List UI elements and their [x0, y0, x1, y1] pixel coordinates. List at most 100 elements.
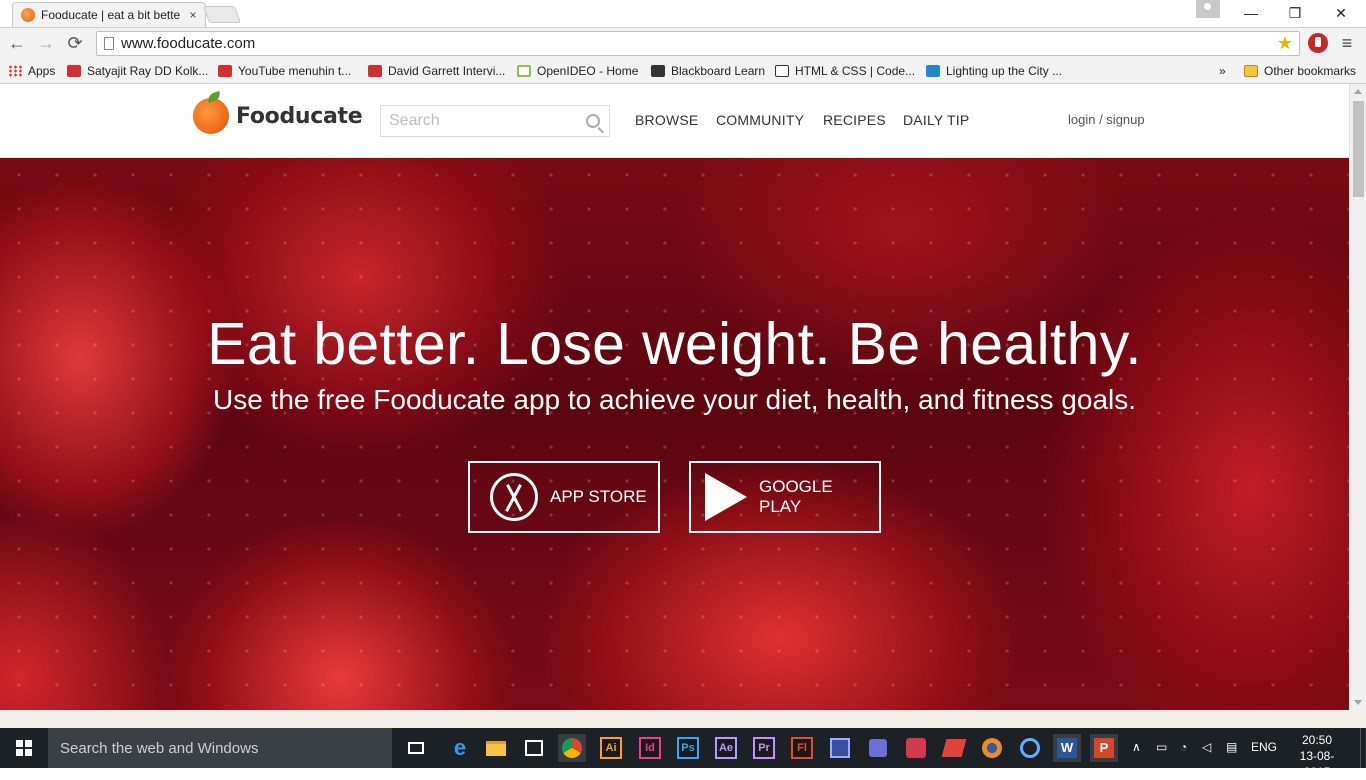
nav-recipes[interactable]: RECIPES [823, 112, 886, 128]
edge-icon[interactable]: e [446, 734, 474, 762]
tray-chevron-icon[interactable]: ∧ [1132, 740, 1141, 754]
bookmark-label: Satyajit Ray DD Kolk... [87, 64, 209, 78]
reload-icon[interactable]: ⟳ [64, 32, 86, 54]
search-input[interactable] [381, 106, 571, 136]
nav-community[interactable]: COMMUNITY [716, 112, 804, 128]
store-icon[interactable] [520, 734, 548, 762]
file-explorer-icon[interactable] [482, 734, 510, 762]
battery-icon[interactable]: ▭ [1156, 740, 1167, 754]
bookmark-label: YouTube menuhin t... [238, 64, 352, 78]
bookmark-star-icon[interactable]: ★ [1277, 33, 1293, 54]
nav-daily-tip[interactable]: DAILY TIP [903, 112, 969, 128]
tab-close-icon[interactable]: × [187, 8, 199, 22]
tab-title: Fooducate | eat a bit bette [41, 8, 181, 22]
volume-icon[interactable]: ◁ [1202, 740, 1211, 754]
scroll-up-icon[interactable] [1354, 89, 1362, 94]
openideo-icon [517, 65, 531, 77]
bookmark-youtube-menuhin[interactable]: YouTube menuhin t... [218, 63, 351, 79]
app-store-button[interactable]: APP STORE [468, 461, 660, 533]
other-bookmarks-label: Other bookmarks [1264, 64, 1357, 78]
google-play-button[interactable]: GOOGLE PLAY [689, 461, 881, 533]
minimize-button[interactable]: — [1228, 0, 1274, 26]
hero-subtitle: Use the free Fooducate app to achieve yo… [212, 384, 1137, 415]
bookmark-label: Apps [28, 64, 56, 78]
bookmark-label: David Garrett Intervi... [388, 64, 506, 78]
restore-button[interactable]: ❐ [1272, 0, 1318, 26]
apps-grid-icon [8, 65, 22, 77]
other-bookmarks[interactable]: Other bookmarks [1244, 63, 1356, 79]
photoshop-icon[interactable]: Ps [674, 734, 702, 762]
blackboard-icon [651, 65, 665, 77]
bookmark-label: Blackboard Learn [671, 64, 766, 78]
clock-time: 20:50 [1301, 733, 1333, 747]
youtube-icon [218, 65, 232, 77]
start-button[interactable] [0, 728, 48, 768]
scroll-down-icon[interactable] [1354, 700, 1362, 705]
show-desktop-button[interactable] [1360, 728, 1366, 768]
bookmark-apps[interactable]: Apps [8, 63, 55, 79]
hero-title: Eat better. Lose weight. Be healthy. [207, 311, 1142, 377]
trophy-icon[interactable] [864, 734, 892, 762]
chrome-menu-icon[interactable]: ≡ [1338, 33, 1356, 53]
indesign-icon[interactable]: Id [636, 734, 664, 762]
powerpoint-icon[interactable]: P [1090, 734, 1118, 762]
codecademy-icon [775, 65, 789, 77]
site-search [380, 105, 610, 137]
bookmark-david-garrett[interactable]: David Garrett Intervi... [368, 63, 505, 79]
bookmark-blackboard[interactable]: Blackboard Learn [651, 63, 765, 79]
after-effects-icon[interactable]: Ae [712, 734, 740, 762]
nav-browse[interactable]: BROWSE [635, 112, 698, 128]
google-play-label: GOOGLE PLAY [759, 477, 833, 516]
wifi-icon[interactable]: ◔ [1180, 740, 1187, 754]
bookmarks-overflow-icon[interactable]: » [1219, 63, 1226, 79]
fooducate-logo[interactable]: Fooducate [193, 98, 363, 134]
notifications-icon[interactable]: ▤ [1226, 740, 1237, 754]
site-header: Fooducate BROWSE COMMUNITY RECIPES DAILY… [0, 84, 1349, 158]
browser-tab[interactable]: Fooducate | eat a bit bette × [12, 2, 206, 27]
back-arrow-icon[interactable]: ← [6, 32, 28, 54]
chrome-taskbar-icon[interactable] [558, 734, 586, 762]
cortana-search-box[interactable]: Search the web and Windows [48, 728, 392, 768]
folder-icon [1244, 65, 1258, 77]
bookmark-satyajit-ray[interactable]: Satyajit Ray DD Kolk... [67, 63, 208, 79]
sketchup-icon[interactable] [940, 734, 968, 762]
profile-avatar-icon[interactable] [1196, 0, 1220, 18]
task-view-icon[interactable] [402, 734, 430, 762]
clock-date: 13-08-2015 [1299, 749, 1335, 779]
bookmark-lighting-city[interactable]: Lighting up the City ... [926, 63, 1062, 79]
bookmark-label: HTML & CSS | Code... [795, 64, 916, 78]
flash-icon[interactable]: Fl [788, 734, 816, 762]
close-window-button[interactable]: ✕ [1318, 0, 1364, 26]
app-icon-2[interactable] [902, 734, 930, 762]
illustrator-icon[interactable]: Ai [597, 734, 625, 762]
new-tab-button[interactable] [202, 6, 242, 23]
blender-icon[interactable] [978, 734, 1006, 762]
word-icon[interactable]: W [1053, 734, 1081, 762]
logo-text: Fooducate [236, 103, 363, 129]
clock[interactable]: 20:50 13-08-2015 [1290, 732, 1344, 780]
extension-icon[interactable] [1308, 33, 1328, 53]
youtube-icon [67, 65, 81, 77]
strawberry-background-image [0, 158, 1349, 710]
youtube-icon [368, 65, 382, 77]
bookmark-codecademy[interactable]: HTML & CSS | Code... [775, 63, 915, 79]
address-bar[interactable]: www.fooducate.com ★ [96, 31, 1300, 56]
windows-taskbar: Search the web and Windows e Ai Id Ps Ae… [0, 728, 1366, 779]
premiere-icon[interactable]: Pr [750, 734, 778, 762]
app-icon-1[interactable] [826, 734, 854, 762]
page-bottom-strip [0, 710, 1366, 728]
tab-strip: Fooducate | eat a bit bette × — ❐ ✕ [0, 0, 1366, 27]
hero-banner: Eat better. Lose weight. Be healthy. Use… [0, 158, 1349, 710]
bookmarks-bar: Apps Satyajit Ray DD Kolk... YouTube men… [0, 58, 1366, 84]
bookmark-openideo[interactable]: OpenIDEO - Home [517, 63, 638, 79]
language-indicator[interactable]: ENG [1251, 740, 1277, 754]
forward-arrow-icon[interactable]: → [35, 32, 57, 54]
app-icon-3[interactable] [1016, 734, 1044, 762]
page-icon [104, 37, 114, 50]
login-signup-link[interactable]: login / signup [1068, 112, 1145, 127]
search-icon[interactable] [586, 114, 600, 128]
scroll-thumb[interactable] [1353, 101, 1364, 197]
page-scrollbar[interactable] [1349, 84, 1366, 710]
bookmark-label: Lighting up the City ... [946, 64, 1063, 78]
page-viewport: Fooducate BROWSE COMMUNITY RECIPES DAILY… [0, 84, 1349, 710]
